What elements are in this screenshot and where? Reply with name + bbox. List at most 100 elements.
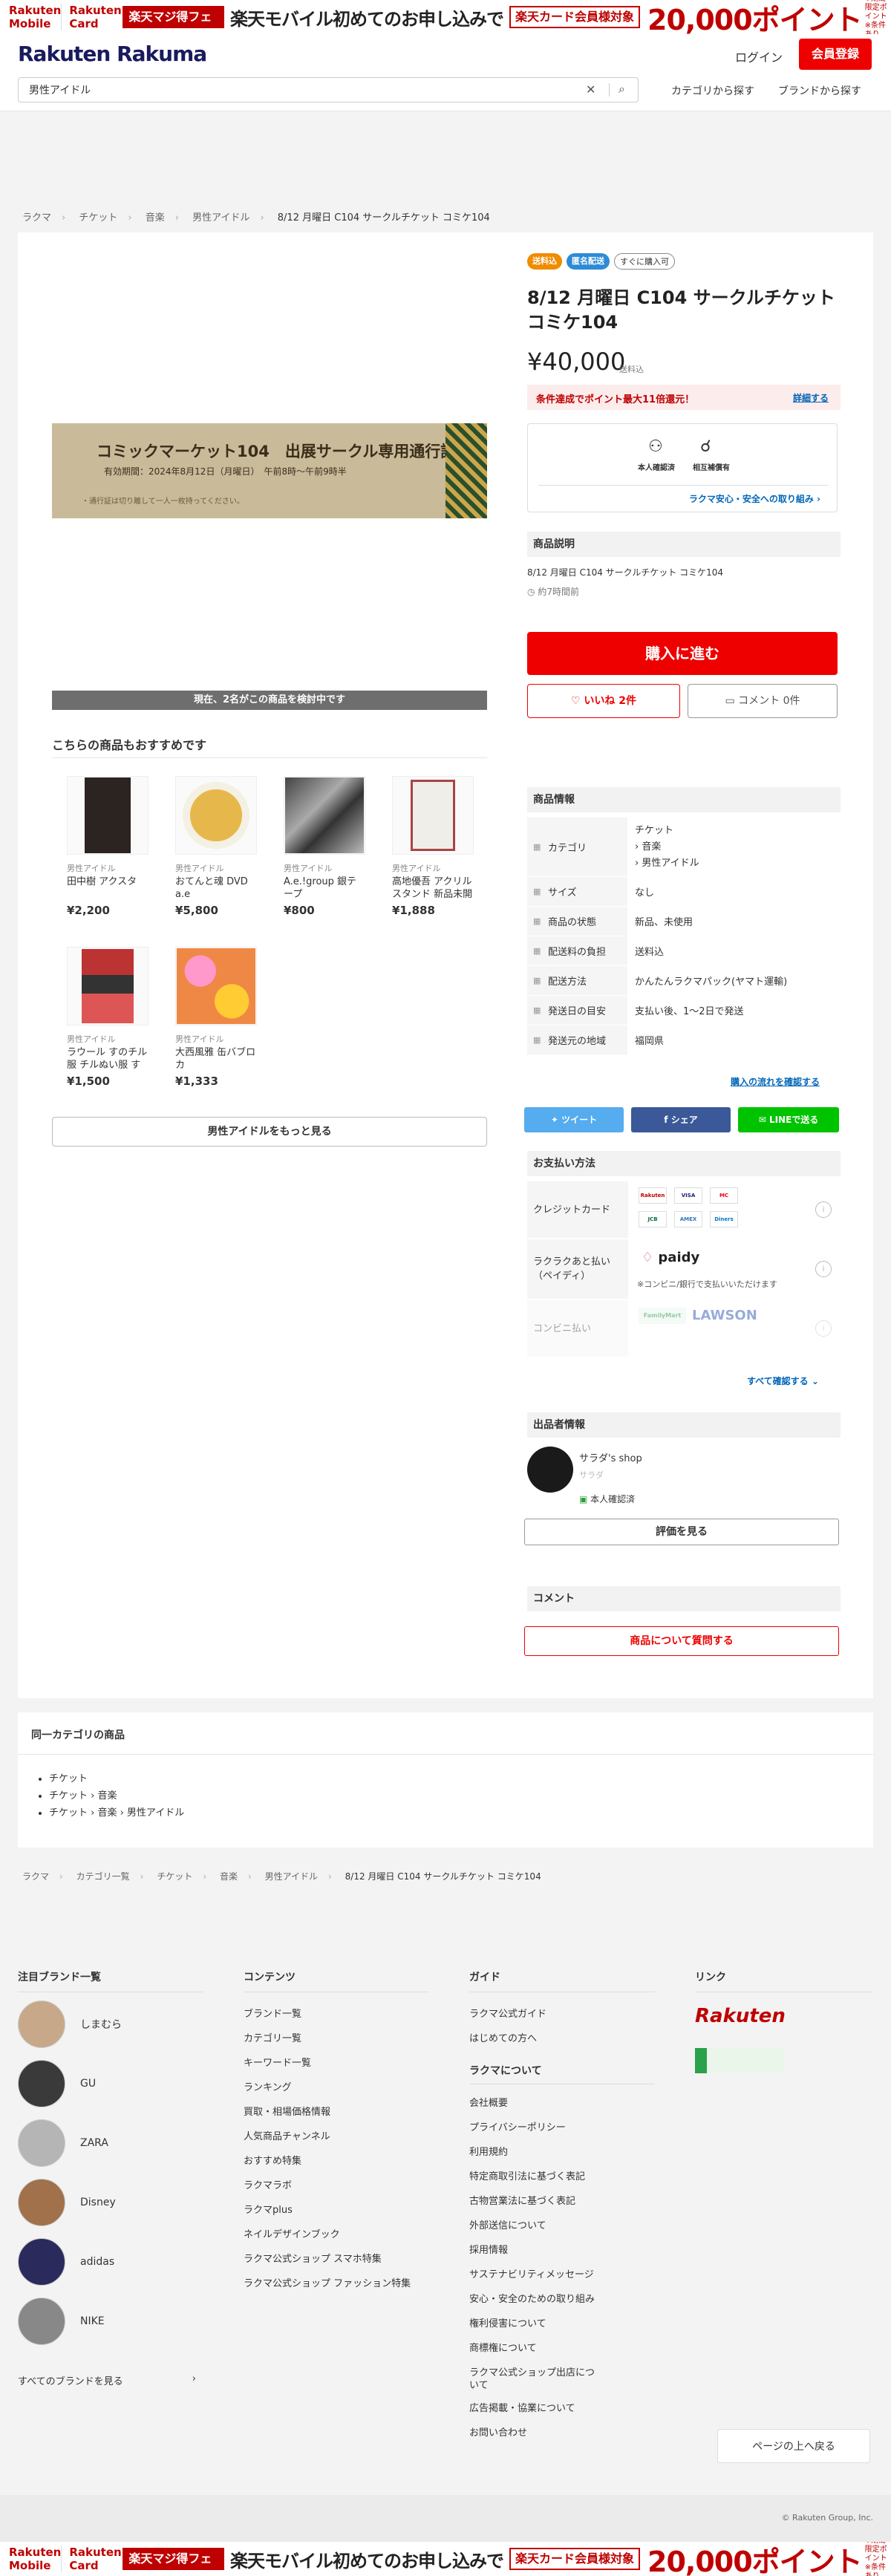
item-name[interactable]: 田中樹 アクスタ [67,875,148,901]
item-thumbnail[interactable] [67,776,148,855]
signup-button[interactable]: 会員登録 [799,39,872,70]
brand-item[interactable]: adidas [18,2238,114,2286]
breadcrumb-link[interactable]: チケット [157,1871,192,1882]
sdgs-logo[interactable] [695,2048,784,2073]
category-link[interactable]: › 音楽 [635,839,661,855]
item-thumbnail[interactable] [175,776,257,855]
recommend-item[interactable]: 男性アイドル ラウール すのチル服 チルぬい服 すのちるぬ… ¥1,500 [67,947,148,1088]
buy-button[interactable]: 購入に進む [527,632,838,675]
nav-brand-link[interactable]: ブランドから探す [778,83,861,98]
info-icon[interactable]: i [815,1201,832,1218]
footer-link[interactable]: 利用規約 [469,2147,508,2158]
like-button[interactable]: ♡ いいね 2件 [527,684,680,718]
recommend-item[interactable]: 男性アイドル 高地優吾 アクリルスタンド 新品未開封 ¥1,888 [392,776,474,917]
breadcrumb-link[interactable]: 男性アイドル [265,1871,318,1882]
footer-link[interactable]: カテゴリ一覧 [244,2033,301,2044]
footer-link[interactable]: ラクマラボ [244,2180,292,2191]
safety-link[interactable]: ラクマ安心・安全への取り組み › [689,492,820,505]
footer-link[interactable]: 権利侵害について [469,2318,546,2329]
recommend-item[interactable]: 男性アイドル おてんと魂 DVD a.e ¥5,800 [175,776,257,917]
footer-link[interactable]: ラクマ公式ショップ ファッション特集 [244,2278,411,2289]
footer-link[interactable]: 古物営業法に基づく表記 [469,2196,575,2207]
tweet-button[interactable]: ✦ ツイート [524,1107,624,1132]
footer-link[interactable]: 商標権について [469,2343,537,2354]
footer-link[interactable]: サステナビリティメッセージ [469,2269,594,2280]
view-reviews-button[interactable]: 評価を見る [524,1519,839,1545]
info-icon[interactable]: i [815,1261,832,1277]
ask-question-button[interactable]: 商品について質問する [524,1626,839,1656]
purchase-flow-link[interactable]: 購入の流れを確認する [731,1075,820,1088]
brand-item[interactable]: GU [18,2060,96,2107]
footer-link[interactable]: 会社概要 [469,2098,508,2109]
footer-link[interactable]: 買取・相場価格情報 [244,2107,330,2118]
item-name[interactable]: おてんと魂 DVD a.e [175,875,257,901]
footer-link[interactable]: 広告掲載・協業について [469,2403,575,2414]
brand-item[interactable]: NIKE [18,2298,105,2345]
breadcrumb-link[interactable]: 音楽 [220,1871,238,1882]
promo-banner-top[interactable]: Rakuten Mobile Rakuten Card 楽天マジ得フェスティバル… [0,0,891,34]
brand-item[interactable]: しまむら [18,2001,122,2048]
all-brands-link[interactable]: すべてのブランドを見る › [18,2373,196,2387]
info-icon[interactable]: i [815,1320,832,1337]
seller-shop-name[interactable]: サラダ's shop [579,1450,642,1464]
see-all-payment-link[interactable]: すべて確認する ⌄ [747,1375,819,1387]
item-thumbnail[interactable] [392,776,474,855]
item-thumbnail[interactable] [175,947,257,1025]
footer-link[interactable]: ランキング [244,2082,292,2093]
promo-banner-bottom[interactable]: Rakuten Mobile Rakuten Card 楽天マジ得フェスティバル… [0,2542,891,2576]
search-input[interactable] [29,84,578,96]
same-category-link[interactable]: チケット [49,1773,88,1784]
footer-link[interactable]: プライバシーポリシー [469,2122,566,2133]
footer-link[interactable]: ラクマ公式ショップ出店について [469,2367,595,2391]
footer-link[interactable]: 特定商取引法に基づく表記 [469,2171,585,2182]
footer-link[interactable]: はじめての方へ [469,2033,537,2044]
back-to-top-button[interactable]: ページの上へ戻る [717,2429,870,2463]
seller-avatar[interactable] [527,1447,573,1493]
brand-item[interactable]: Disney [18,2179,116,2226]
footer-link[interactable]: ネイルデザインブック [244,2229,340,2240]
ticket-image[interactable]: コミックマーケット104 出展サークル専用通行証 有効期間：2024年8月12日… [52,423,487,518]
line-share-button[interactable]: ✉ LINEで送る [738,1107,839,1132]
recommend-item[interactable]: 男性アイドル 田中樹 アクスタ ¥2,200 [67,776,148,917]
footer-link[interactable]: ラクマplus [244,2205,293,2216]
clear-icon[interactable]: ✕ [586,82,595,97]
point-detail-link[interactable]: 詳細する [793,391,829,404]
recommend-item[interactable]: 男性アイドル 大西風雅 缶バブロカ ¥1,333 [175,947,257,1088]
brand-item[interactable]: ZARA [18,2119,108,2167]
item-name[interactable]: 高地優吾 アクリルスタンド 新品未開封 [392,875,474,901]
item-thumbnail[interactable] [67,947,148,1025]
recommend-item[interactable]: 男性アイドル A.e.!group 銀テープ ¥800 [284,776,365,917]
footer-link[interactable]: 外部送信について [469,2220,546,2231]
footer-link[interactable]: 採用情報 [469,2245,508,2256]
footer-link[interactable]: おすすめ特集 [244,2156,301,2167]
footer-link[interactable]: 安心・安全のための取り組み [469,2294,595,2305]
footer-link[interactable]: キーワード一覧 [244,2058,311,2069]
breadcrumb-link[interactable]: 男性アイドル [192,212,249,224]
breadcrumb-link[interactable]: カテゴリ一覧 [76,1871,130,1882]
item-thumbnail[interactable] [284,776,365,855]
rakuma-logo[interactable]: Rakuten Rakuma [18,42,207,66]
facebook-share-button[interactable]: f シェア [631,1107,731,1132]
nav-category-link[interactable]: カテゴリから探す [671,83,754,98]
footer-link[interactable]: ブランド一覧 [244,2009,301,2020]
breadcrumb-link[interactable]: チケット [79,212,117,224]
footer-link[interactable]: ラクマ公式ショップ スマホ特集 [244,2254,382,2265]
same-category-link[interactable]: チケット › 音楽 › 男性アイドル [49,1807,184,1819]
breadcrumb-link[interactable]: 音楽 [146,212,165,224]
breadcrumb-link[interactable]: ラクマ [22,212,51,224]
footer-link[interactable]: お問い合わせ [469,2427,527,2439]
footer-link[interactable]: 人気商品チャンネル [244,2131,330,2142]
category-link[interactable]: › 男性アイドル [635,855,699,872]
item-name[interactable]: ラウール すのチル服 チルぬい服 すのちるぬ… [67,1046,148,1072]
item-name[interactable]: 大西風雅 缶バブロカ [175,1046,257,1072]
footer-link[interactable]: ラクマ公式ガイド [469,2009,546,2020]
comment-button[interactable]: ▭ コメント 0件 [688,684,838,718]
rakuten-logo[interactable]: Rakuten [695,2005,786,2027]
same-category-link[interactable]: チケット › 音楽 [49,1790,117,1801]
item-name[interactable]: A.e.!group 銀テープ [284,875,365,901]
login-link[interactable]: ログイン [735,48,783,65]
search-icon[interactable]: ⌕ [619,82,625,97]
breadcrumb-link[interactable]: ラクマ [22,1871,49,1882]
category-link[interactable]: チケット [635,823,673,839]
see-more-button[interactable]: 男性アイドルをもっと見る [52,1117,487,1147]
